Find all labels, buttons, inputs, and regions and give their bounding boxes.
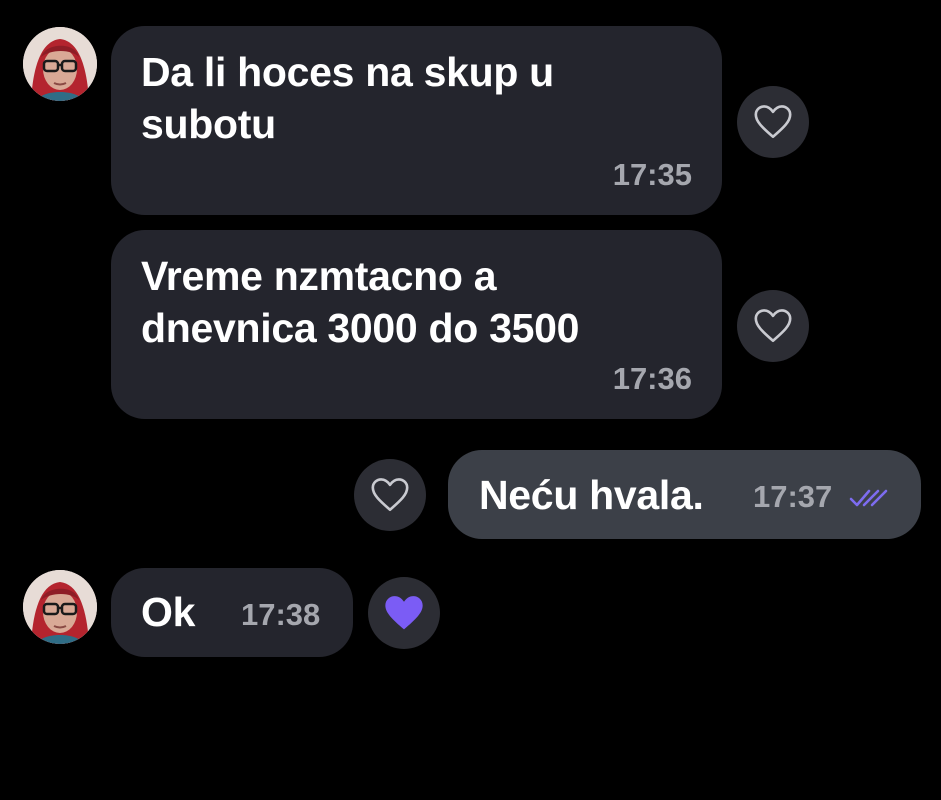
contact-photo bbox=[23, 27, 97, 101]
incoming-message-bubble[interactable]: Ok 17:38 bbox=[111, 568, 353, 657]
react-heart-button[interactable] bbox=[354, 459, 426, 531]
message-text: Da li hoces na skup u subotu bbox=[141, 49, 554, 147]
message-time: 17:38 bbox=[241, 597, 321, 632]
contact-avatar[interactable] bbox=[23, 27, 97, 101]
react-heart-button[interactable] bbox=[737, 86, 809, 158]
message-time: 17:36 bbox=[612, 361, 692, 396]
message-time: 17:37 bbox=[753, 479, 833, 514]
message-text: Neću hvala. bbox=[479, 472, 704, 518]
double-check-icon bbox=[849, 489, 888, 507]
react-heart-button[interactable] bbox=[737, 290, 809, 362]
heart-outline-icon bbox=[754, 105, 792, 139]
message-text: Ok bbox=[141, 589, 196, 635]
heart-filled-icon bbox=[385, 596, 423, 630]
outgoing-message-bubble[interactable]: Neću hvala. 17:37 bbox=[448, 450, 921, 539]
heart-outline-icon bbox=[754, 309, 792, 343]
message-time: 17:35 bbox=[612, 157, 692, 192]
incoming-message-bubble[interactable]: Vreme nzmtacno a dnevnica 3000 do 3500 1… bbox=[111, 230, 722, 419]
liked-heart-button[interactable] bbox=[368, 577, 440, 649]
heart-outline-icon bbox=[371, 478, 409, 512]
contact-avatar[interactable] bbox=[23, 570, 97, 644]
incoming-message-bubble[interactable]: Da li hoces na skup u subotu 17:35 bbox=[111, 26, 722, 215]
message-text: Vreme nzmtacno a dnevnica 3000 do 3500 bbox=[141, 253, 580, 351]
contact-photo bbox=[23, 570, 97, 644]
